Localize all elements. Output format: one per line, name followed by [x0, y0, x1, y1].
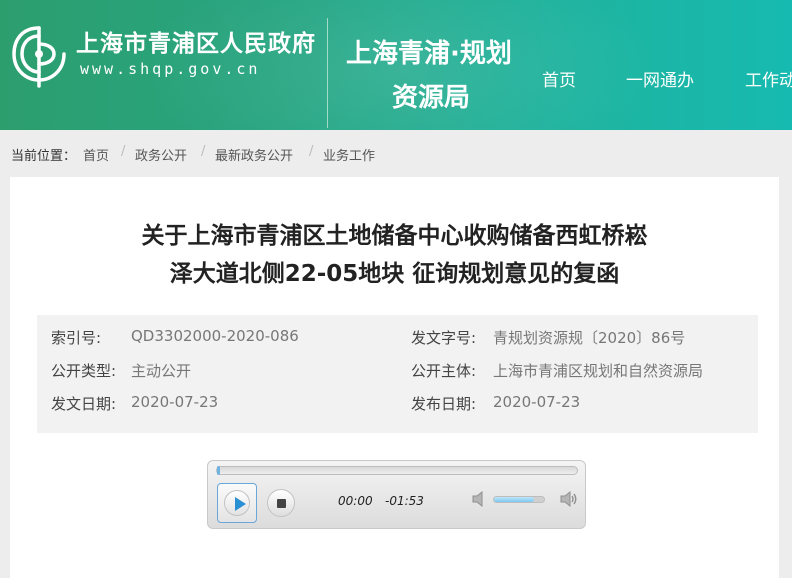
- header-divider: [327, 18, 328, 128]
- meta-row: 公开类型: 主动公开 公开主体: 上海市青浦区规划和自然资源局: [37, 360, 758, 393]
- site-header: 上海市青浦区人民政府 www.shqp.gov.cn 上海青浦·规划 资源局 首…: [0, 0, 792, 130]
- breadcrumb-separator: /: [309, 144, 314, 159]
- index-label: 索引号:: [51, 329, 102, 347]
- open-type-value: 主动公开: [131, 362, 192, 380]
- nav-item-one-stop-service[interactable]: 一网通办: [626, 66, 694, 91]
- qingpu-emblem-icon[interactable]: [10, 22, 68, 88]
- publish-date-value: 2020-07-23: [493, 393, 581, 411]
- audio-progress-handle[interactable]: [217, 466, 220, 475]
- open-subject-label: 公开主体:: [411, 362, 477, 380]
- gov-site-url[interactable]: www.shqp.gov.cn: [80, 60, 260, 78]
- article-title: 关于上海市青浦区土地储备中心收购储备西虹桥崧 泽大道北侧22-05地块 征询规划…: [10, 217, 779, 293]
- volume-high-icon[interactable]: [560, 491, 578, 507]
- play-icon: [224, 490, 250, 516]
- open-subject-value: 上海市青浦区规划和自然资源局: [493, 362, 704, 380]
- meta-row: 索引号: QD3302000-2020-086 发文字号: 青规划资源规〔202…: [37, 327, 758, 360]
- current-time: 00:00: [338, 494, 373, 508]
- doc-no-label: 发文字号:: [411, 329, 477, 347]
- publish-date-label: 发布日期:: [411, 395, 477, 413]
- audio-progress-bar[interactable]: [216, 466, 578, 475]
- breadcrumb-item-business[interactable]: 业务工作: [323, 145, 375, 164]
- issue-date-value: 2020-07-23: [131, 393, 219, 411]
- meta-row: 发文日期: 2020-07-23 发布日期: 2020-07-23: [37, 393, 758, 426]
- breadcrumb-label: 当前位置：: [11, 149, 77, 164]
- stop-icon: [277, 499, 286, 508]
- doc-no-value: 青规划资源规〔2020〕86号: [493, 329, 686, 347]
- breadcrumb-separator: /: [201, 144, 206, 159]
- breadcrumb-item-home[interactable]: 首页: [83, 145, 109, 164]
- breadcrumb-separator: /: [121, 144, 126, 159]
- breadcrumb: 当前位置： 首页 / 政务公开 / 最新政务公开 / 业务工作: [0, 141, 792, 165]
- volume-low-icon[interactable]: [471, 491, 489, 507]
- volume-level: [494, 497, 534, 502]
- play-triangle: [235, 497, 246, 511]
- bureau-name-line1[interactable]: 上海青浦·规划: [346, 33, 512, 70]
- nav-item-home[interactable]: 首页: [542, 66, 576, 91]
- article-title-line2: 泽大道北侧22-05地块 征询规划意见的复函: [169, 261, 620, 287]
- bureau-name-line2[interactable]: 资源局: [392, 77, 470, 114]
- article-title-line1: 关于上海市青浦区土地储备中心收购储备西虹桥崧: [141, 223, 648, 249]
- article-meta-table: 索引号: QD3302000-2020-086 发文字号: 青规划资源规〔202…: [37, 315, 758, 433]
- article-card: 关于上海市青浦区土地储备中心收购储备西虹桥崧 泽大道北侧22-05地块 征询规划…: [10, 177, 779, 578]
- remaining-time: -01:53: [385, 494, 424, 508]
- index-value: QD3302000-2020-086: [131, 327, 299, 345]
- gov-site-name[interactable]: 上海市青浦区人民政府: [76, 24, 316, 58]
- stop-button[interactable]: [267, 489, 295, 517]
- play-button[interactable]: [217, 483, 257, 523]
- open-type-label: 公开类型:: [51, 362, 117, 380]
- audio-player: 00:00 -01:53: [207, 460, 586, 529]
- issue-date-label: 发文日期:: [51, 395, 117, 413]
- breadcrumb-item-gov-affairs[interactable]: 政务公开: [135, 145, 187, 164]
- nav-item-work-updates[interactable]: 工作动: [745, 66, 792, 91]
- volume-slider[interactable]: [493, 496, 545, 503]
- breadcrumb-item-latest[interactable]: 最新政务公开: [215, 145, 293, 164]
